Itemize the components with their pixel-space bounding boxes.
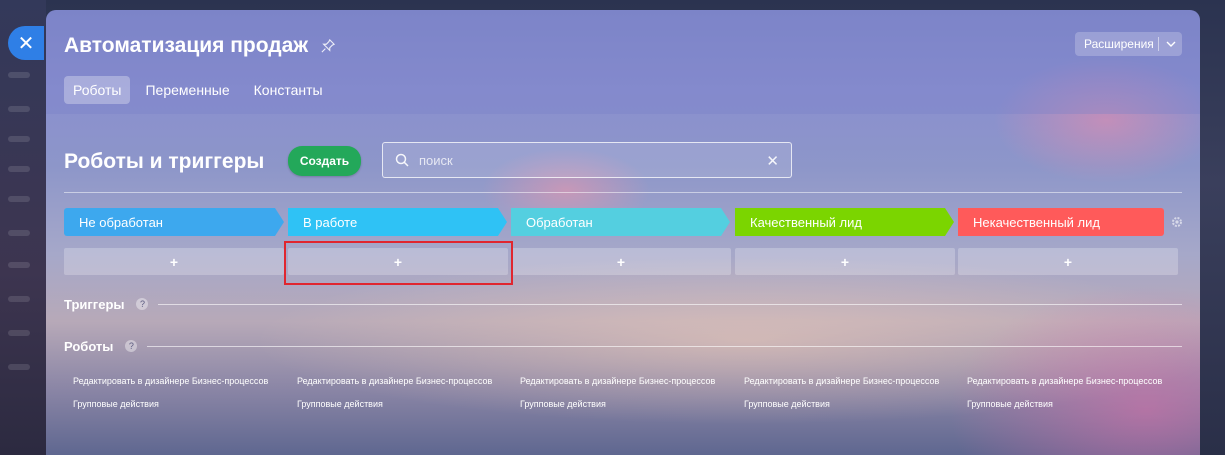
background-app bbox=[0, 0, 46, 455]
add-robot-button[interactable]: + bbox=[64, 248, 284, 275]
header-divider bbox=[64, 192, 1182, 193]
background-ghost-item bbox=[8, 330, 30, 336]
create-button[interactable]: Создать bbox=[288, 146, 361, 176]
background-ghost-item bbox=[8, 230, 30, 236]
column-links: Редактировать в дизайнере Бизнес-процесс… bbox=[520, 374, 720, 409]
add-robot-button[interactable]: + bbox=[958, 248, 1178, 275]
tab-robots[interactable]: Роботы bbox=[64, 76, 131, 104]
column-links: Редактировать в дизайнере Бизнес-процесс… bbox=[744, 374, 944, 409]
page-title: Автоматизация продаж bbox=[64, 34, 309, 57]
group-actions-link[interactable]: Групповые действия bbox=[967, 399, 1167, 409]
tab-constants[interactable]: Константы bbox=[245, 76, 332, 104]
search-icon bbox=[395, 153, 409, 167]
stage-processed[interactable]: Обработан bbox=[511, 208, 730, 236]
column-links: Редактировать в дизайнере Бизнес-процесс… bbox=[967, 374, 1167, 409]
clear-icon[interactable]: ✕ bbox=[766, 152, 779, 170]
search-input[interactable] bbox=[419, 143, 759, 177]
triggers-label: Триггеры bbox=[64, 296, 125, 312]
add-robot-button[interactable]: + bbox=[511, 248, 731, 275]
stage-in-progress[interactable]: В работе bbox=[288, 208, 507, 236]
background-ghost-item bbox=[8, 262, 30, 268]
column-links: Редактировать в дизайнере Бизнес-процесс… bbox=[297, 374, 497, 409]
close-slider-button[interactable]: ✕ bbox=[8, 26, 44, 60]
section-title: Роботы и триггеры bbox=[64, 150, 265, 173]
stage-unqualified-lead[interactable]: Некачественный лид bbox=[958, 208, 1164, 236]
search-box: ✕ bbox=[382, 142, 792, 178]
background-ghost-item bbox=[8, 364, 30, 370]
extensions-label: Расширения bbox=[1084, 37, 1154, 51]
robots-label: Роботы bbox=[64, 338, 114, 354]
group-actions-link[interactable]: Групповые действия bbox=[297, 399, 497, 409]
group-actions-link[interactable]: Групповые действия bbox=[73, 399, 273, 409]
tab-variables[interactable]: Переменные bbox=[136, 76, 238, 104]
edit-in-designer-link[interactable]: Редактировать в дизайнере Бизнес-процесс… bbox=[297, 374, 497, 388]
edit-in-designer-link[interactable]: Редактировать в дизайнере Бизнес-процесс… bbox=[967, 374, 1167, 388]
group-actions-link[interactable]: Групповые действия bbox=[520, 399, 720, 409]
stage-not-processed[interactable]: Не обработан bbox=[64, 208, 284, 236]
extensions-button[interactable]: Расширения bbox=[1075, 32, 1182, 56]
group-actions-link[interactable]: Групповые действия bbox=[744, 399, 944, 409]
tab-bar: Роботы Переменные Константы bbox=[64, 76, 332, 104]
help-icon[interactable]: ? bbox=[125, 340, 138, 352]
pin-icon[interactable] bbox=[321, 39, 335, 53]
chevron-down-icon[interactable] bbox=[1159, 41, 1182, 47]
highlight-box bbox=[284, 241, 513, 285]
edit-in-designer-link[interactable]: Редактировать в дизайнере Бизнес-процесс… bbox=[744, 374, 944, 388]
automation-panel: Автоматизация продаж Расширения Роботы П… bbox=[46, 10, 1200, 455]
background-ghost-item bbox=[8, 136, 30, 142]
stage-row: Не обработан В работе Обработан Качестве… bbox=[64, 208, 1182, 236]
triggers-header: Триггеры ? bbox=[64, 295, 1182, 313]
triggers-divider bbox=[158, 303, 1182, 305]
background-ghost-item bbox=[8, 296, 30, 302]
background-ghost-item bbox=[8, 166, 30, 172]
help-icon[interactable]: ? bbox=[136, 298, 149, 310]
robots-divider bbox=[147, 345, 1182, 347]
gear-icon[interactable] bbox=[1170, 215, 1184, 229]
close-icon: ✕ bbox=[17, 32, 35, 55]
edit-in-designer-link[interactable]: Редактировать в дизайнере Бизнес-процесс… bbox=[520, 374, 720, 388]
add-robot-button[interactable]: + bbox=[735, 248, 955, 275]
background-ghost-item bbox=[8, 196, 30, 202]
background-ghost-item bbox=[8, 72, 30, 78]
stage-qualified-lead[interactable]: Качественный лид bbox=[735, 208, 954, 236]
column-links: Редактировать в дизайнере Бизнес-процесс… bbox=[73, 374, 273, 409]
edit-in-designer-link[interactable]: Редактировать в дизайнере Бизнес-процесс… bbox=[73, 374, 273, 388]
background-ghost-item bbox=[8, 106, 30, 112]
robots-header: Роботы ? bbox=[64, 337, 1182, 355]
